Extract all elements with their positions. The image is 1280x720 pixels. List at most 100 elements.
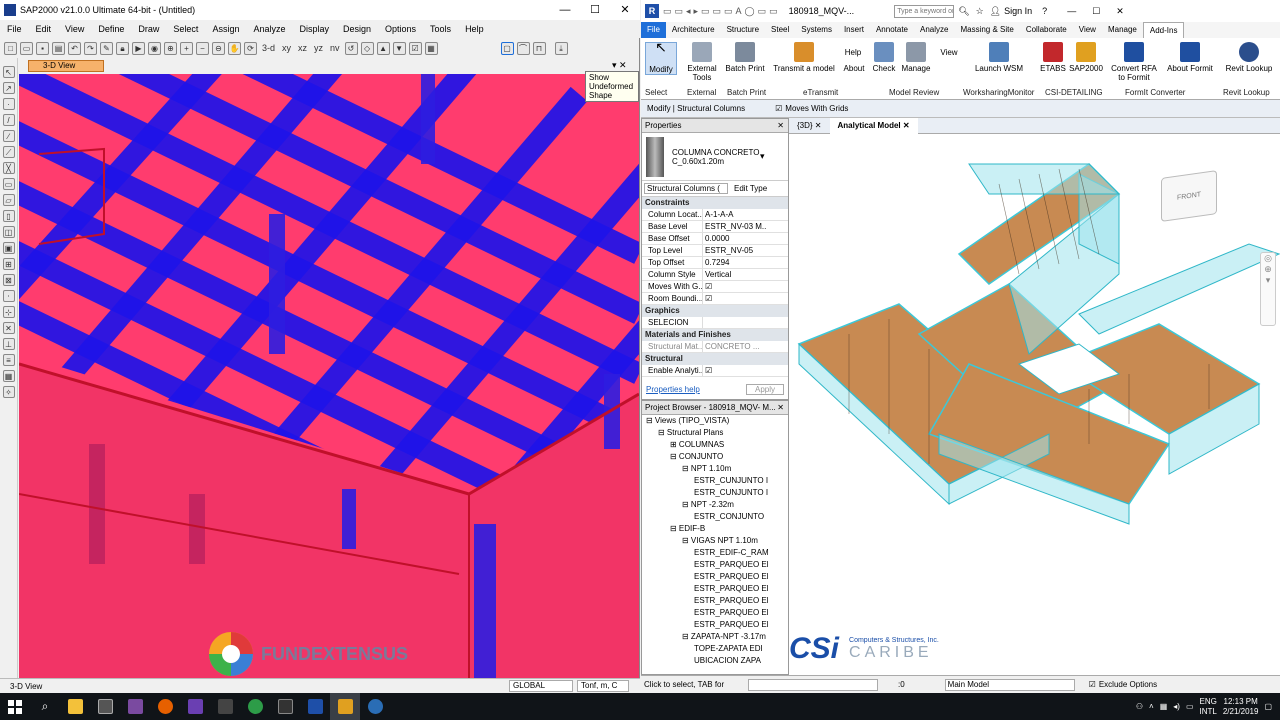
- browser-tree-item[interactable]: ⊟ Views (TIPO_VISTA): [642, 415, 788, 427]
- prop-row[interactable]: Column Style Vertical: [642, 269, 788, 281]
- external-tools-button[interactable]: External Tools: [683, 42, 721, 82]
- pointer-icon[interactable]: ↖: [2, 66, 15, 78]
- draw-joint-icon[interactable]: ·: [2, 98, 15, 110]
- check-button[interactable]: Check: [871, 42, 897, 73]
- browser-tree-item[interactable]: UBICACION ZAPA: [642, 655, 788, 667]
- viewcube[interactable]: FRONT: [1161, 170, 1217, 222]
- file-explorer-icon[interactable]: [60, 693, 90, 720]
- firefox-icon[interactable]: [150, 693, 180, 720]
- search-icon[interactable]: 🔍︎: [958, 6, 969, 17]
- tab-file[interactable]: File: [641, 22, 666, 38]
- chevron-up-icon[interactable]: ˄: [1149, 702, 1154, 711]
- browser-tree-item[interactable]: ⊟ NPT 1.10m: [642, 463, 788, 475]
- menu-define[interactable]: Define: [91, 24, 131, 34]
- section-constraints[interactable]: Constraints: [642, 197, 788, 209]
- menu-file[interactable]: File: [0, 24, 29, 34]
- tab-add-ins[interactable]: Add-Ins: [1142, 21, 1185, 39]
- units-dropdown[interactable]: Tonf, m, C: [577, 680, 629, 692]
- save-icon[interactable]: ▪: [36, 41, 49, 55]
- filter-dropdown[interactable]: Structural Columns (: [644, 183, 728, 194]
- browser-tree-item[interactable]: ⊟ NPT -2.32m: [642, 499, 788, 511]
- new-model-icon[interactable]: □: [4, 41, 17, 55]
- up-icon[interactable]: ▲: [376, 41, 390, 55]
- section-structural[interactable]: Structural: [642, 353, 788, 365]
- draw-poly-icon[interactable]: ▱: [2, 194, 15, 206]
- network-icon[interactable]: ▦: [1160, 702, 1168, 711]
- draw-rect-icon[interactable]: ▯: [2, 210, 15, 222]
- panel-select[interactable]: Select: [645, 88, 667, 97]
- rotate-icon[interactable]: ↺: [344, 41, 358, 55]
- zoom-out-icon[interactable]: −: [196, 41, 209, 55]
- revit-lookup-button[interactable]: Revit Lookup: [1221, 42, 1277, 73]
- prop-row[interactable]: Enable Analyti... ☑: [642, 365, 788, 377]
- tab-architecture[interactable]: Architecture: [666, 22, 721, 38]
- search-taskbar-icon[interactable]: ⌕: [30, 693, 60, 720]
- volume-icon[interactable]: ◂): [1173, 702, 1180, 711]
- tab-insert[interactable]: Insert: [838, 22, 870, 38]
- clear-selection-icon[interactable]: ⊠: [2, 274, 15, 286]
- etabs-button[interactable]: ETABS: [1039, 42, 1067, 73]
- menu-options[interactable]: Options: [378, 24, 423, 34]
- select-all-icon[interactable]: ▣: [2, 242, 15, 254]
- clock-date[interactable]: 2/21/2019: [1223, 707, 1259, 717]
- menu-edit[interactable]: Edit: [29, 24, 59, 34]
- browser-tree-item[interactable]: ESTR_PARQUEO El: [642, 595, 788, 607]
- prop-row[interactable]: SELECION: [642, 317, 788, 329]
- quick-access-toolbar[interactable]: ▭▭◂▸▭▭▭A◯▭▭: [663, 6, 781, 17]
- print-icon[interactable]: ▤: [52, 41, 65, 55]
- lock-icon[interactable]: 🔒︎: [116, 41, 129, 55]
- prop-row[interactable]: Moves With G... ☑: [642, 281, 788, 293]
- revit-taskbar-icon[interactable]: [300, 693, 330, 720]
- sap2000-taskbar-icon[interactable]: [330, 693, 360, 720]
- batch-print-button[interactable]: Batch Print: [725, 42, 765, 73]
- browser-tree-item[interactable]: ⊟ VIGAS NPT 1.10m: [642, 535, 788, 547]
- launch-wsm-button[interactable]: Launch WSM: [971, 42, 1027, 73]
- chrome-like-icon[interactable]: [240, 693, 270, 720]
- browser-tree-item[interactable]: ESTR_EDIF-C_RAM: [642, 547, 788, 559]
- draw-cable-icon[interactable]: ∕: [2, 130, 15, 142]
- run-now-icon[interactable]: ◉: [148, 41, 161, 55]
- minimize-button[interactable]: —: [550, 0, 580, 20]
- prop-row[interactable]: Base Offset 0.0000: [642, 233, 788, 245]
- view-xz-button[interactable]: xz: [296, 43, 309, 53]
- about-formit-button[interactable]: About Formit: [1163, 42, 1217, 73]
- menu-draw[interactable]: Draw: [131, 24, 166, 34]
- snap-perp-icon[interactable]: ⊥: [2, 338, 15, 350]
- tab-collaborate[interactable]: Collaborate: [1020, 22, 1073, 38]
- tab-analyze[interactable]: Analyze: [914, 22, 954, 38]
- draw-frame-icon[interactable]: /: [2, 114, 15, 126]
- snap-ends-icon[interactable]: ⊹: [2, 306, 15, 318]
- app-icon[interactable]: [120, 693, 150, 720]
- browser-close-icon[interactable]: ✕: [777, 401, 784, 415]
- modify-button[interactable]: ↖ Modify: [645, 40, 677, 75]
- transmit-model-button[interactable]: Transmit a model: [771, 42, 837, 73]
- about-button[interactable]: About: [841, 64, 867, 73]
- browser-tree-item[interactable]: ESTR_CONJUNTO: [642, 511, 788, 523]
- view-yz-button[interactable]: yz: [312, 43, 325, 53]
- tab-manage[interactable]: Manage: [1102, 22, 1143, 38]
- reshape-icon[interactable]: ↗: [2, 82, 15, 94]
- draw-brace-icon[interactable]: ⟋: [2, 146, 15, 158]
- battery-icon[interactable]: ▭: [1186, 702, 1194, 711]
- favorites-icon[interactable]: ☆: [976, 6, 984, 17]
- help-button[interactable]: Help: [841, 42, 865, 57]
- undo-icon[interactable]: ↶: [68, 41, 81, 55]
- prop-row[interactable]: Structural Mat... CONCRETO ...: [642, 341, 788, 353]
- browser-tree-item[interactable]: ⊞ COLUMNAS: [642, 439, 788, 451]
- run-icon[interactable]: ▶: [132, 41, 145, 55]
- zoom-in-icon[interactable]: +: [180, 41, 193, 55]
- perspective-icon[interactable]: ◇: [360, 41, 374, 55]
- tab-view[interactable]: View: [1073, 22, 1102, 38]
- view-xy-button[interactable]: xy: [280, 43, 293, 53]
- tab-analytical-model[interactable]: Analytical Model ✕: [829, 117, 918, 134]
- tab-3d-view[interactable]: 3-D View: [28, 60, 104, 72]
- deformed-shape-icon[interactable]: ⌒: [516, 41, 530, 55]
- browser-tree-item[interactable]: ⊟ ZAPATA-NPT -3.17m: [642, 631, 788, 643]
- prop-row[interactable]: Top Offset 0.7294: [642, 257, 788, 269]
- menu-design[interactable]: Design: [336, 24, 378, 34]
- tab-steel[interactable]: Steel: [765, 22, 795, 38]
- workset-dropdown[interactable]: [748, 678, 878, 691]
- navigation-bar[interactable]: ◎ ⊕ ▾: [1260, 252, 1276, 326]
- view-nv-button[interactable]: nv: [328, 43, 342, 53]
- tool-icon[interactable]: [210, 693, 240, 720]
